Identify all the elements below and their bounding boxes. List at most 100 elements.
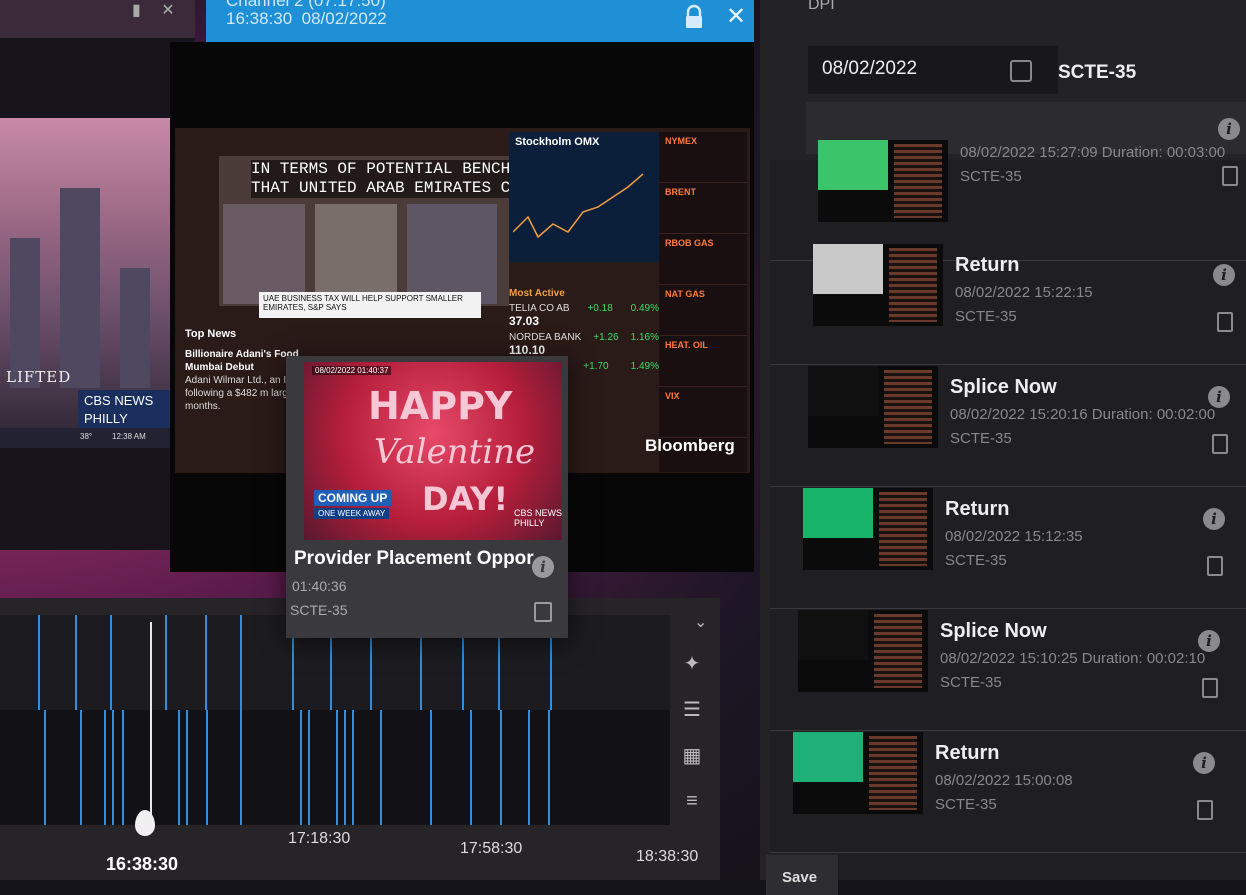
timeline-marker[interactable] [336, 710, 338, 825]
timeline-marker[interactable] [38, 615, 40, 710]
timeline-marker[interactable] [240, 615, 242, 710]
info-icon[interactable]: i [1218, 118, 1240, 140]
sparkle-icon[interactable]: ✦ [672, 640, 712, 686]
timeline-marker[interactable] [528, 710, 530, 825]
stock-percent: 1.16% [630, 332, 659, 343]
timeline-marker[interactable] [344, 710, 346, 825]
event-name: Splice Now [950, 376, 1057, 398]
copy-icon[interactable] [1222, 166, 1238, 186]
info-icon[interactable]: i [1213, 264, 1235, 286]
event-list[interactable]: 08/02/2022 15:27:09 Duration: 00:03:00 S… [770, 118, 1246, 880]
panelist [315, 204, 397, 304]
chevron-down-icon[interactable]: ⌄ [694, 612, 707, 632]
info-icon[interactable]: i [1203, 508, 1225, 530]
copy-icon[interactable] [1197, 800, 1213, 820]
timeline-marker[interactable] [500, 710, 502, 825]
save-label: Save [782, 869, 818, 886]
stock-percent: 0.49% [630, 303, 659, 314]
event-list-item[interactable]: Splice Now 08/02/2022 15:10:25 Duration:… [770, 608, 1246, 731]
panel-header: DPI [808, 0, 835, 13]
timeline-marker[interactable] [240, 710, 242, 825]
timeline-marker[interactable] [205, 615, 207, 710]
timeline-marker[interactable] [44, 710, 46, 825]
timeline-marker[interactable] [80, 710, 82, 825]
event-list-item[interactable]: Return 08/02/2022 15:22:15 SCTE-35 i [770, 242, 1246, 365]
panelist [223, 204, 305, 304]
timeline-marker[interactable] [548, 710, 550, 825]
thumbnail-right [894, 144, 942, 218]
stock-row: NORDEA BANK +1.26 1.16% [509, 332, 659, 343]
info-icon[interactable]: i [532, 556, 554, 578]
save-button[interactable]: Save [766, 855, 838, 895]
copy-icon[interactable] [534, 602, 552, 622]
grid-icon[interactable]: ▦ [672, 732, 712, 778]
timeline-track-lower[interactable] [0, 710, 670, 825]
commodity-name: NYMEX [665, 136, 698, 146]
popup-type: SCTE-35 [290, 602, 348, 618]
channel1-tile[interactable]: LIFTED CBS NEWS PHILLY 38° 12:38 AM [0, 0, 195, 550]
lower-third-text: LIFTED [6, 368, 72, 386]
timeline-marker[interactable] [308, 710, 310, 825]
timeline-marker[interactable] [380, 710, 382, 825]
event-thumbnail [798, 610, 928, 692]
commodity-row: NYMEX [659, 132, 747, 183]
event-name: Splice Now [940, 620, 1047, 642]
info-icon[interactable]: i [1198, 630, 1220, 652]
info-icon[interactable]: i [1208, 386, 1230, 408]
stock-percent: 1.49% [630, 361, 659, 372]
copy-icon[interactable] [1202, 678, 1218, 698]
commodity-panel: NYMEX BRENT RBOB GAS NAT GAS HEAT. OIL VIX [659, 132, 747, 472]
timeline-marker[interactable] [300, 710, 302, 825]
timeline-marker[interactable] [75, 615, 77, 710]
lock-icon[interactable] [684, 4, 704, 30]
stock-name: TELIA CO AB [509, 303, 570, 314]
timeline-marker[interactable] [178, 710, 180, 825]
event-name: Return [935, 742, 1000, 764]
close-icon[interactable]: ✕ [161, 2, 174, 19]
timeline-marker[interactable] [430, 710, 432, 825]
timeline-label: 18:38:30 [636, 848, 699, 865]
event-meta: 08/02/2022 15:27:09 Duration: 00:03:00 [960, 144, 1226, 161]
thumbnail-left [798, 610, 868, 660]
commodity-row: HEAT. OIL [659, 336, 747, 387]
timeline-marker[interactable] [186, 710, 188, 825]
event-thumbnail [793, 732, 923, 814]
timeline-marker[interactable] [122, 710, 124, 825]
close-icon[interactable]: ✕ [726, 2, 746, 31]
lock-icon[interactable]: ▮ [132, 2, 141, 19]
thumbnail-timestamp: 08/02/2022 01:40:37 [312, 366, 392, 375]
top-news-label: Top News [185, 328, 237, 340]
event-meta: 08/02/2022 15:12:35 [945, 528, 1083, 545]
timeline-marker[interactable] [470, 710, 472, 825]
timeline-marker[interactable] [112, 710, 114, 825]
copy-icon[interactable] [1212, 434, 1228, 454]
event-type-filter[interactable]: SCTE-35 [1058, 62, 1136, 84]
channel1-video[interactable]: LIFTED CBS NEWS PHILLY 38° 12:38 AM [0, 118, 190, 448]
event-type: SCTE-35 [935, 796, 997, 813]
playhead[interactable] [150, 622, 152, 820]
thumbnail-right [879, 492, 927, 566]
stock-name: NORDEA BANK [509, 332, 582, 343]
copy-icon[interactable] [1207, 556, 1223, 576]
info-icon[interactable]: i [1193, 752, 1215, 774]
stock-price: 110.10 [509, 343, 546, 357]
timeline-marker[interactable] [206, 710, 208, 825]
timeline-marker[interactable] [110, 615, 112, 710]
event-meta: 08/02/2022 15:00:08 [935, 772, 1073, 789]
stock-row: TELIA CO AB +0.18 0.49% [509, 303, 659, 314]
channel2-header: Channel 2 (07:17:50) 16:38:30 08/02/2022… [206, 0, 754, 42]
event-list-item[interactable]: Return 08/02/2022 15:00:08 SCTE-35 i [770, 730, 1246, 853]
thumb-coming-up: COMING UP [314, 490, 392, 506]
index-name: Stockholm OMX [515, 136, 600, 148]
event-list-item[interactable]: Splice Now 08/02/2022 15:20:16 Duration:… [770, 364, 1246, 487]
copy-icon[interactable] [1217, 312, 1233, 332]
list-icon[interactable]: ☰ [672, 686, 712, 732]
align-icon[interactable]: ≡ [672, 778, 712, 824]
event-popup[interactable]: 08/02/2022 01:40:37 HAPPY Valentine DAY!… [286, 356, 568, 638]
timeline-marker[interactable] [165, 615, 167, 710]
timeline-marker[interactable] [104, 710, 106, 825]
event-list-item[interactable]: Return 08/02/2022 15:12:35 SCTE-35 i [770, 486, 1246, 609]
playhead-handle[interactable] [135, 810, 155, 836]
calendar-icon[interactable] [1010, 60, 1032, 82]
timeline-marker[interactable] [352, 710, 354, 825]
